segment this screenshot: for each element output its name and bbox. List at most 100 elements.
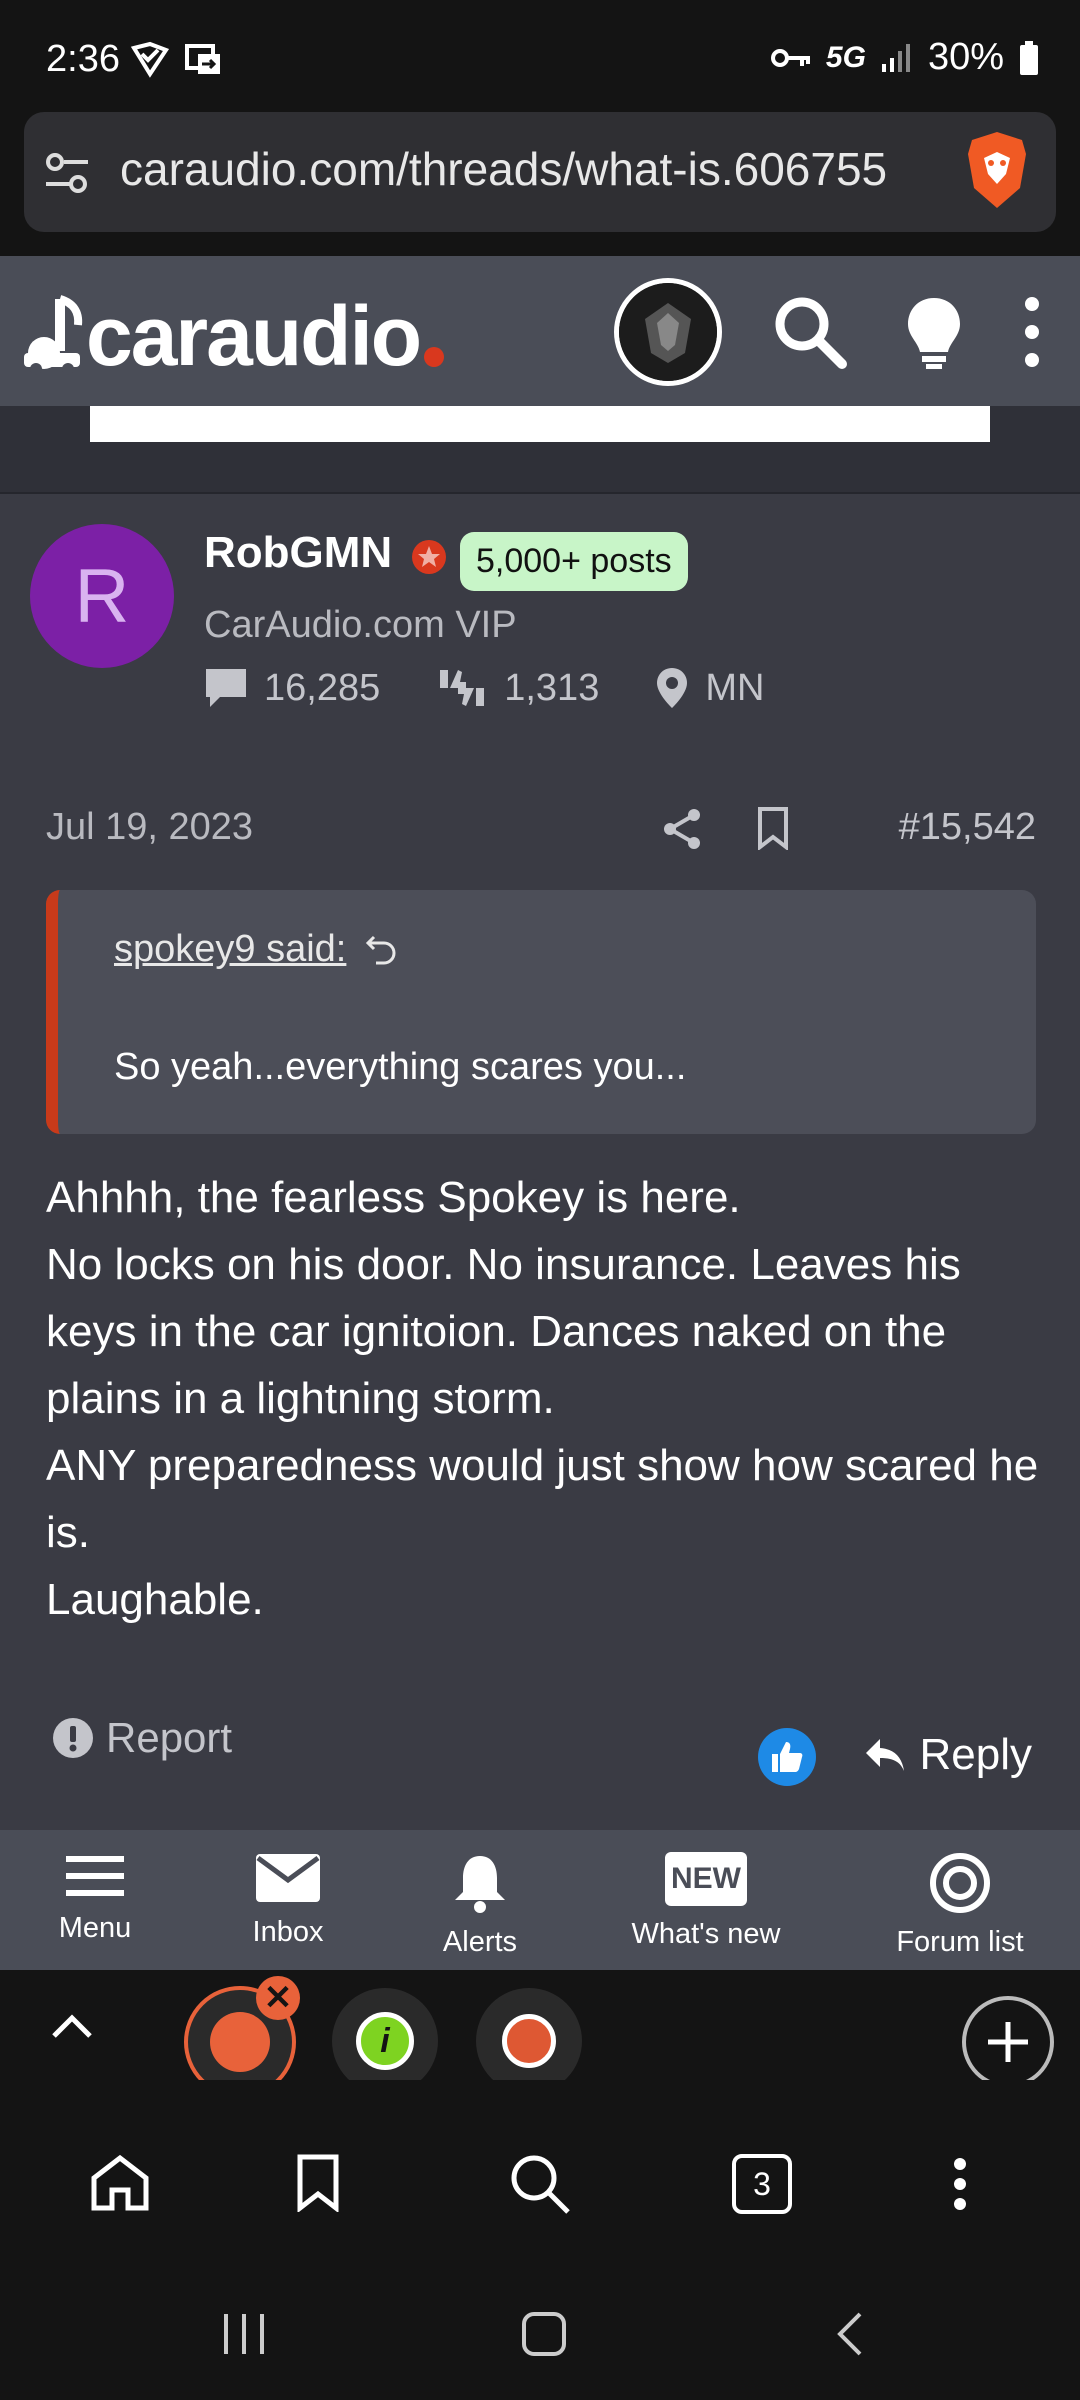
post-date[interactable]: Jul 19, 2023 — [46, 806, 253, 849]
author-stats: 16,285 1,313 MN — [204, 666, 820, 710]
battery-icon — [1020, 40, 1038, 75]
system-nav-bar — [0, 2280, 1080, 2400]
user-avatar[interactable] — [614, 278, 722, 386]
avatar-emblem-icon — [619, 283, 717, 381]
url-text[interactable]: caraudio.com/threads/what-is.606755 — [120, 142, 950, 196]
search-icon[interactable] — [770, 292, 850, 372]
more-vertical-icon[interactable] — [1012, 294, 1052, 370]
location-pin-icon — [657, 668, 688, 708]
plus-icon — [988, 2022, 1028, 2062]
messages-stat[interactable]: 16,285 — [204, 667, 380, 710]
ad-banner[interactable] — [90, 406, 990, 442]
home-icon[interactable] — [90, 2154, 150, 2212]
browser-bottom-nav: 3 — [0, 2080, 1080, 2280]
author-title: CarAudio.com VIP — [204, 604, 517, 646]
tab-duckduckgo[interactable] — [476, 1988, 582, 2094]
post-line: Laughable. — [46, 1575, 264, 1624]
nav-inbox[interactable]: Inbox — [228, 1830, 348, 1970]
thumbs-up-icon — [772, 1742, 803, 1772]
post-number[interactable]: #15,542 — [899, 806, 1036, 849]
browser-url-area: caraudio.com/threads/what-is.606755 — [0, 112, 1080, 256]
home-button-icon[interactable] — [520, 2310, 568, 2358]
forum-post: R RobGMN 5,000+ posts CarAudio.com VIP 1… — [0, 494, 1080, 1830]
bookmark-icon[interactable] — [756, 806, 790, 850]
search-icon[interactable] — [508, 2152, 572, 2216]
target-icon — [930, 1853, 990, 1913]
report-button[interactable]: Report — [52, 1714, 232, 1762]
nav-alerts[interactable]: Alerts — [420, 1830, 540, 1970]
more-vertical-icon[interactable] — [950, 2156, 970, 2212]
location-check-icon — [130, 41, 170, 78]
reply-button[interactable]: Reply — [864, 1730, 1033, 1780]
caraudio-logo-icon — [24, 294, 83, 375]
new-tab-button[interactable] — [962, 1996, 1054, 2088]
lightbulb-icon[interactable] — [904, 294, 964, 370]
nav-whats-new-label: What's new — [631, 1918, 781, 1950]
reply-arrow-icon — [865, 1739, 904, 1771]
quote-block: spokey9 said: So yeah...everything scare… — [46, 890, 1036, 1134]
nav-forum-list-label: Forum list — [896, 1926, 1024, 1958]
quote-author[interactable]: spokey9 said: — [114, 928, 346, 971]
reactions-stat[interactable]: 1,313 — [436, 666, 599, 710]
screen-share-icon — [185, 44, 220, 74]
nav-menu-label: Menu — [58, 1912, 132, 1944]
reply-label: Reply — [919, 1730, 1033, 1779]
bookmarks-icon[interactable] — [296, 2154, 340, 2212]
quote-text: So yeah...everything scares you... — [114, 1046, 687, 1088]
site-settings-icon[interactable] — [44, 150, 90, 196]
report-label: Report — [106, 1714, 233, 1761]
location-text: MN — [705, 666, 765, 709]
go-to-quote-icon[interactable] — [364, 933, 398, 967]
signal-icon — [881, 43, 910, 72]
back-icon[interactable] — [830, 2310, 870, 2358]
nav-alerts-label: Alerts — [442, 1926, 518, 1958]
nav-inbox-label: Inbox — [252, 1916, 324, 1948]
battery-percent: 30% — [927, 36, 1004, 78]
status-right: 5G 30% — [770, 36, 1040, 79]
envelope-icon — [256, 1854, 320, 1902]
url-bar[interactable]: caraudio.com/threads/what-is.606755 — [24, 112, 1056, 232]
like-button[interactable] — [758, 1728, 816, 1786]
post-line: No locks on his door. No insurance. Leav… — [46, 1240, 961, 1423]
logo-dot — [424, 346, 445, 367]
site-header: caraudio — [0, 256, 1080, 406]
ad-banner-area — [0, 406, 1080, 494]
forum-bottom-nav: Menu Inbox Alerts NEW What's new Forum l… — [0, 1830, 1080, 1970]
notification-icons — [130, 40, 224, 78]
recent-apps-icon[interactable] — [220, 2310, 268, 2358]
star-badge-icon — [412, 540, 446, 574]
quote-author-link[interactable]: spokey9 said: — [114, 928, 398, 971]
share-icon[interactable] — [660, 806, 704, 852]
post-line: Ahhhh, the fearless Spokey is here. — [46, 1173, 741, 1222]
browser-tab-strip: ✕ i — [0, 1970, 1080, 2098]
vpn-key-icon — [770, 48, 810, 67]
network-type: 5G — [825, 40, 866, 74]
post-line: ANY preparedness would just show how sca… — [46, 1441, 1039, 1557]
logo-text: caraudio — [86, 289, 422, 383]
message-icon — [206, 669, 246, 707]
close-tab-icon[interactable]: ✕ — [256, 1976, 300, 2020]
posts-badge: 5,000+ posts — [460, 532, 688, 591]
tab-info[interactable]: i — [332, 1988, 438, 2094]
status-bar: 2:36 5G 30% — [0, 0, 1080, 112]
bell-icon — [455, 1856, 505, 1913]
nav-forum-list[interactable]: Forum list — [880, 1830, 1040, 1970]
location-stat: MN — [655, 666, 764, 710]
chevron-up-icon[interactable] — [50, 2010, 94, 2040]
messages-count: 16,285 — [264, 666, 381, 709]
site-logo[interactable]: caraudio — [22, 288, 445, 385]
new-badge-icon: NEW — [665, 1852, 747, 1906]
alert-icon — [53, 1718, 93, 1758]
author-avatar[interactable]: R — [30, 524, 174, 668]
reactions-count: 1,313 — [504, 666, 600, 709]
duckduckgo-favicon-icon — [502, 2014, 556, 2068]
post-body: Ahhhh, the fearless Spokey is here. No l… — [46, 1164, 1046, 1633]
brave-shield-icon[interactable] — [964, 130, 1030, 210]
hamburger-icon — [66, 1856, 124, 1896]
caraudio-favicon-icon — [210, 2012, 270, 2072]
author-name[interactable]: RobGMN — [204, 528, 392, 578]
tabs-counter[interactable]: 3 — [732, 2154, 792, 2214]
nav-menu[interactable]: Menu — [40, 1830, 150, 1970]
status-time: 2:36 — [46, 38, 120, 80]
nav-whats-new[interactable]: NEW What's new — [616, 1830, 796, 1970]
